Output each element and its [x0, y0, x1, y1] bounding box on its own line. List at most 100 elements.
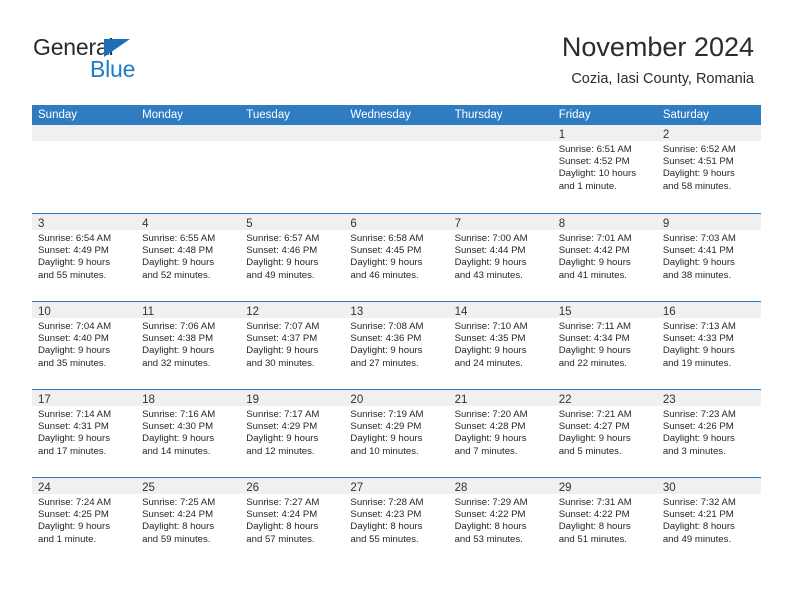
day-number: 20 [350, 394, 364, 406]
calendar-day-cell[interactable]: 9 Sunrise: 7:03 AM Sunset: 4:41 PM Daylight… [656, 214, 761, 301]
calendar-day-cell-empty [136, 125, 241, 213]
day-info-line: and 19 minutes. [662, 357, 732, 369]
weekday-label-thursday: Thursday [454, 109, 503, 121]
calendar-day-cell[interactable]: 16 Sunrise: 7:13 AM Sunset: 4:33 PM Dayligh… [656, 302, 761, 389]
day-info-line: and 32 minutes. [142, 357, 211, 369]
calendar-week-row: 1 Sunrise: 6:51 AM Sunset: 4:52 PM Daylight… [32, 125, 761, 213]
day-number: 21 [454, 394, 468, 406]
day-info-line: Sunset: 4:38 PM [142, 333, 214, 345]
calendar-day-cell[interactable]: 25 Sunrise: 7:25 AM Sunset: 4:24 PM Dayligh… [136, 478, 241, 565]
day-info-line: Sunset: 4:49 PM [38, 245, 109, 257]
day-info-line: and 7 minutes. [454, 445, 518, 457]
day-number-bar: 23 [656, 390, 761, 406]
day-info-line: Daylight: 9 hours [38, 345, 110, 357]
day-sun-info: Sunrise: 7:08 AM Sunset: 4:36 PM Daylight:… [344, 318, 448, 370]
day-number-bar: 19 [240, 390, 345, 406]
calendar-day-cell[interactable]: 1 Sunrise: 6:51 AM Sunset: 4:52 PM Daylight… [552, 125, 657, 213]
calendar-day-cell[interactable]: 20 Sunrise: 7:19 AM Sunset: 4:29 PM Dayligh… [344, 390, 449, 477]
day-info-line: Daylight: 9 hours [558, 345, 631, 357]
day-sun-info: Sunrise: 7:01 AM Sunset: 4:42 PM Daylight:… [553, 230, 657, 282]
day-info-line: Sunset: 4:42 PM [558, 245, 630, 257]
page-header: General Blue November 2024 Cozia, Iasi C… [0, 0, 792, 100]
day-info-line: Sunrise: 7:20 AM [454, 409, 528, 420]
weekday-label-tuesday: Tuesday [246, 109, 290, 121]
calendar-day-cell[interactable]: 3 Sunrise: 6:54 AM Sunset: 4:49 PM Daylight… [32, 214, 137, 301]
calendar-day-cell[interactable]: 29 Sunrise: 7:31 AM Sunset: 4:22 PM Dayligh… [552, 478, 657, 565]
day-sun-info: Sunrise: 7:13 AM Sunset: 4:33 PM Daylight:… [657, 318, 761, 370]
calendar-day-cell[interactable]: 23 Sunrise: 7:23 AM Sunset: 4:26 PM Dayligh… [656, 390, 761, 477]
day-number-bar: 5 [240, 214, 345, 230]
day-info-line: Sunset: 4:46 PM [246, 245, 318, 257]
calendar-day-cell[interactable]: 19 Sunrise: 7:17 AM Sunset: 4:29 PM Dayligh… [240, 390, 345, 477]
day-info-line: Sunrise: 7:29 AM [454, 497, 528, 508]
day-info-line: Sunset: 4:45 PM [350, 245, 422, 257]
day-info-line: and 55 minutes. [350, 533, 419, 545]
day-info-line: Sunset: 4:29 PM [246, 421, 318, 433]
day-sun-info [32, 141, 136, 144]
day-info-line: Sunset: 4:36 PM [350, 333, 422, 345]
day-number: 6 [350, 218, 357, 230]
calendar-day-cell[interactable]: 17 Sunrise: 7:14 AM Sunset: 4:31 PM Dayligh… [32, 390, 137, 477]
calendar-day-cell[interactable]: 30 Sunrise: 7:32 AM Sunset: 4:21 PM Dayligh… [656, 478, 761, 565]
day-sun-info: Sunrise: 7:04 AM Sunset: 4:40 PM Daylight:… [32, 318, 136, 370]
day-info-line: Sunrise: 7:00 AM [454, 233, 528, 244]
day-info-line: and 12 minutes. [246, 445, 315, 457]
day-info-line: Sunrise: 6:51 AM [558, 144, 632, 155]
day-info-line: and 59 minutes. [142, 533, 211, 545]
calendar-day-cell[interactable]: 13 Sunrise: 7:08 AM Sunset: 4:36 PM Dayligh… [344, 302, 449, 389]
day-info-line: and 1 minute. [38, 533, 97, 545]
calendar-day-cell[interactable]: 10 Sunrise: 7:04 AM Sunset: 4:40 PM Dayligh… [32, 302, 137, 389]
calendar-day-cell[interactable]: 4 Sunrise: 6:55 AM Sunset: 4:48 PM Daylight… [136, 214, 241, 301]
day-info-line: and 49 minutes. [662, 533, 732, 545]
day-info-line: Daylight: 8 hours [454, 521, 527, 533]
day-info-line: Sunrise: 7:13 AM [662, 321, 736, 332]
calendar-day-cell[interactable]: 5 Sunrise: 6:57 AM Sunset: 4:46 PM Daylight… [240, 214, 345, 301]
calendar-day-cell[interactable]: 11 Sunrise: 7:06 AM Sunset: 4:38 PM Dayligh… [136, 302, 241, 389]
day-info-line: Sunset: 4:40 PM [38, 333, 109, 345]
day-info-line: Sunset: 4:22 PM [454, 509, 526, 521]
day-number: 14 [454, 306, 468, 318]
calendar-day-cell[interactable]: 22 Sunrise: 7:21 AM Sunset: 4:27 PM Dayligh… [552, 390, 657, 477]
calendar-day-cell[interactable]: 28 Sunrise: 7:29 AM Sunset: 4:22 PM Dayligh… [448, 478, 553, 565]
day-info-line: and 38 minutes. [662, 269, 732, 281]
day-info-line: Sunset: 4:52 PM [558, 156, 630, 168]
calendar-day-cell[interactable]: 24 Sunrise: 7:24 AM Sunset: 4:25 PM Dayligh… [32, 478, 137, 565]
calendar-day-cell[interactable]: 27 Sunrise: 7:28 AM Sunset: 4:23 PM Dayligh… [344, 478, 449, 565]
calendar-day-cell[interactable]: 8 Sunrise: 7:01 AM Sunset: 4:42 PM Daylight… [552, 214, 657, 301]
day-number-bar [240, 125, 345, 141]
calendar-day-cell[interactable]: 26 Sunrise: 7:27 AM Sunset: 4:24 PM Dayligh… [240, 478, 345, 565]
day-info-line: Sunset: 4:26 PM [662, 421, 734, 433]
calendar-weeks: 1 Sunrise: 6:51 AM Sunset: 4:52 PM Daylight… [32, 125, 761, 565]
day-number-bar [344, 125, 449, 141]
day-number: 11 [142, 306, 155, 318]
day-info-line: and 52 minutes. [142, 269, 211, 281]
day-number: 29 [558, 482, 572, 494]
calendar-day-cell[interactable]: 18 Sunrise: 7:16 AM Sunset: 4:30 PM Dayligh… [136, 390, 241, 477]
logo-text-blue: Blue [90, 56, 136, 82]
day-sun-info: Sunrise: 7:03 AM Sunset: 4:41 PM Daylight:… [657, 230, 761, 282]
day-info-line: Sunset: 4:21 PM [662, 509, 734, 521]
day-info-line: Daylight: 9 hours [662, 345, 735, 357]
day-info-line: Sunset: 4:41 PM [662, 245, 734, 257]
day-info-line: Sunrise: 6:55 AM [142, 233, 216, 244]
calendar-day-cell[interactable]: 14 Sunrise: 7:10 AM Sunset: 4:35 PM Dayligh… [448, 302, 553, 389]
day-sun-info [240, 141, 344, 144]
calendar-day-cell[interactable]: 7 Sunrise: 7:00 AM Sunset: 4:44 PM Daylight… [448, 214, 553, 301]
page-subtitle: Cozia, Iasi County, Romania [571, 71, 754, 87]
day-info-line: Sunset: 4:37 PM [246, 333, 318, 345]
calendar-day-cell[interactable]: 21 Sunrise: 7:20 AM Sunset: 4:28 PM Dayligh… [448, 390, 553, 477]
calendar-day-cell[interactable]: 6 Sunrise: 6:58 AM Sunset: 4:45 PM Daylight… [344, 214, 449, 301]
general-blue-logo[interactable]: General Blue [33, 34, 193, 84]
day-sun-info: Sunrise: 7:31 AM Sunset: 4:22 PM Daylight:… [553, 494, 657, 546]
day-sun-info: Sunrise: 7:20 AM Sunset: 4:28 PM Daylight:… [449, 406, 553, 458]
calendar-day-cell[interactable]: 2 Sunrise: 6:52 AM Sunset: 4:51 PM Daylight… [656, 125, 761, 213]
day-number-bar: 16 [656, 302, 761, 318]
day-number-bar: 1 [552, 125, 657, 141]
day-info-line: Sunset: 4:27 PM [558, 421, 630, 433]
weekday-label-saturday: Saturday [662, 109, 709, 121]
weekday-header-row: Sunday Monday Tuesday Wednesday Thursday Frid… [32, 105, 761, 125]
calendar-day-cell[interactable]: 15 Sunrise: 7:11 AM Sunset: 4:34 PM Dayligh… [552, 302, 657, 389]
day-number-bar: 25 [136, 478, 241, 494]
calendar-day-cell[interactable]: 12 Sunrise: 7:07 AM Sunset: 4:37 PM Dayligh… [240, 302, 345, 389]
day-info-line: Sunrise: 6:57 AM [246, 233, 320, 244]
